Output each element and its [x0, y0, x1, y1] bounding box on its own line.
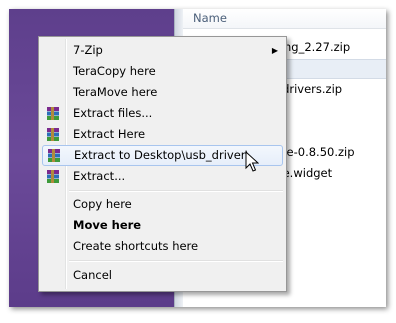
- menu-item-label: Extract files...: [73, 106, 153, 120]
- menu-item-label: Extract to Desktop\usb_driver\: [74, 148, 250, 162]
- winrar-books-icon: [47, 128, 59, 141]
- menu-separator: [69, 260, 283, 262]
- menu-item-label: Cancel: [73, 268, 112, 282]
- menu-item-7zip[interactable]: 7-Zip ▶: [41, 40, 284, 61]
- menu-item-label: Extract Here: [73, 127, 146, 141]
- menu-item-label: Move here: [73, 218, 142, 232]
- menu-item-extract-here[interactable]: Extract Here: [41, 124, 284, 145]
- mouse-pointer-icon: [245, 151, 259, 172]
- menu-separator: [69, 190, 283, 192]
- winrar-books-icon: [47, 170, 59, 183]
- winrar-books-icon: [47, 107, 59, 120]
- column-header-label: Name: [193, 11, 227, 25]
- submenu-arrow-icon: ▶: [271, 46, 278, 55]
- menu-item-extract-files[interactable]: Extract files...: [41, 103, 284, 124]
- screen: Name ering_2.27.zip zip 5_drivers.zip ab…: [9, 9, 386, 307]
- menu-item-teramove-here[interactable]: TeraMove here: [41, 82, 284, 103]
- menu-item-teracopy-here[interactable]: TeraCopy here: [41, 61, 284, 82]
- menu-item-label: Create shortcuts here: [73, 239, 199, 253]
- menu-item-move-here[interactable]: Move here: [41, 215, 284, 236]
- winrar-books-icon: [48, 149, 60, 162]
- menu-item-label: Extract...: [73, 169, 126, 183]
- menu-item-label: 7-Zip: [73, 43, 103, 57]
- menu-item-label: TeraMove here: [73, 85, 158, 99]
- menu-item-label: Copy here: [73, 197, 132, 211]
- menu-item-copy-here[interactable]: Copy here: [41, 194, 284, 215]
- menu-item-label: TeraCopy here: [73, 64, 156, 78]
- menu-item-cancel[interactable]: Cancel: [41, 265, 284, 286]
- column-header-name[interactable]: Name: [183, 9, 386, 29]
- menu-item-create-shortcuts-here[interactable]: Create shortcuts here: [41, 236, 284, 257]
